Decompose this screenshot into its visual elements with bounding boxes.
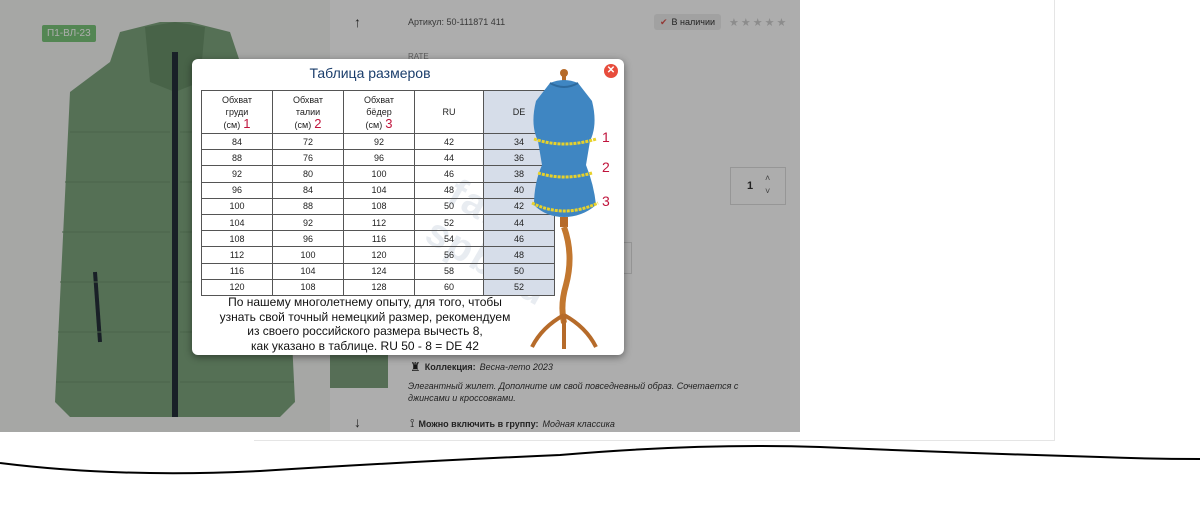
size-note: По нашему многолетнему опыту, для того, … bbox=[219, 295, 511, 353]
table-row: 108 96 116 54 46 bbox=[201, 230, 555, 248]
table-header-row: Обхват груди (см) 1 Обхват талии (см) 2 Обхват… bbox=[201, 90, 555, 134]
table-row: 120 108 128 60 52 bbox=[201, 278, 555, 296]
header-number: 3 bbox=[385, 115, 393, 131]
mannequin-number: 1 bbox=[602, 129, 610, 145]
header-waist: Обхват талии (см) 2 bbox=[272, 90, 344, 134]
table-row: 116 104 124 58 50 bbox=[201, 262, 555, 280]
size-chart-modal: Таблица размеров ✕ fabe-spb.ru Обхватгру… bbox=[192, 59, 624, 355]
table-row: 100 88 108 50 42 bbox=[201, 197, 555, 215]
header-number: 1 bbox=[243, 115, 251, 131]
header-ru: RU bbox=[414, 90, 484, 134]
table-row: 88 76 96 44 36 bbox=[201, 149, 555, 167]
table-row: 104 92 112 52 44 bbox=[201, 213, 555, 232]
mannequin-number: 2 bbox=[602, 159, 610, 175]
modal-title: Таблица размеров bbox=[309, 65, 431, 81]
header-hips: Обхват бёдер (см) 3 bbox=[343, 90, 415, 134]
table-row: 112 100 120 56 48 bbox=[201, 246, 555, 264]
table-row: 96 84 104 48 40 bbox=[201, 181, 555, 199]
mannequin-number: 3 bbox=[602, 193, 610, 209]
header-number: 2 bbox=[314, 115, 322, 131]
size-table: Обхват груди (см) 1 Обхват талии (см) 2 Обхват… bbox=[201, 90, 555, 296]
table-row: 84 72 92 42 34 bbox=[201, 132, 555, 151]
header-chest: Обхват груди (см) 1 bbox=[201, 90, 273, 134]
torn-edge bbox=[0, 445, 1200, 475]
table-row: 92 80 100 46 38 bbox=[201, 165, 555, 183]
